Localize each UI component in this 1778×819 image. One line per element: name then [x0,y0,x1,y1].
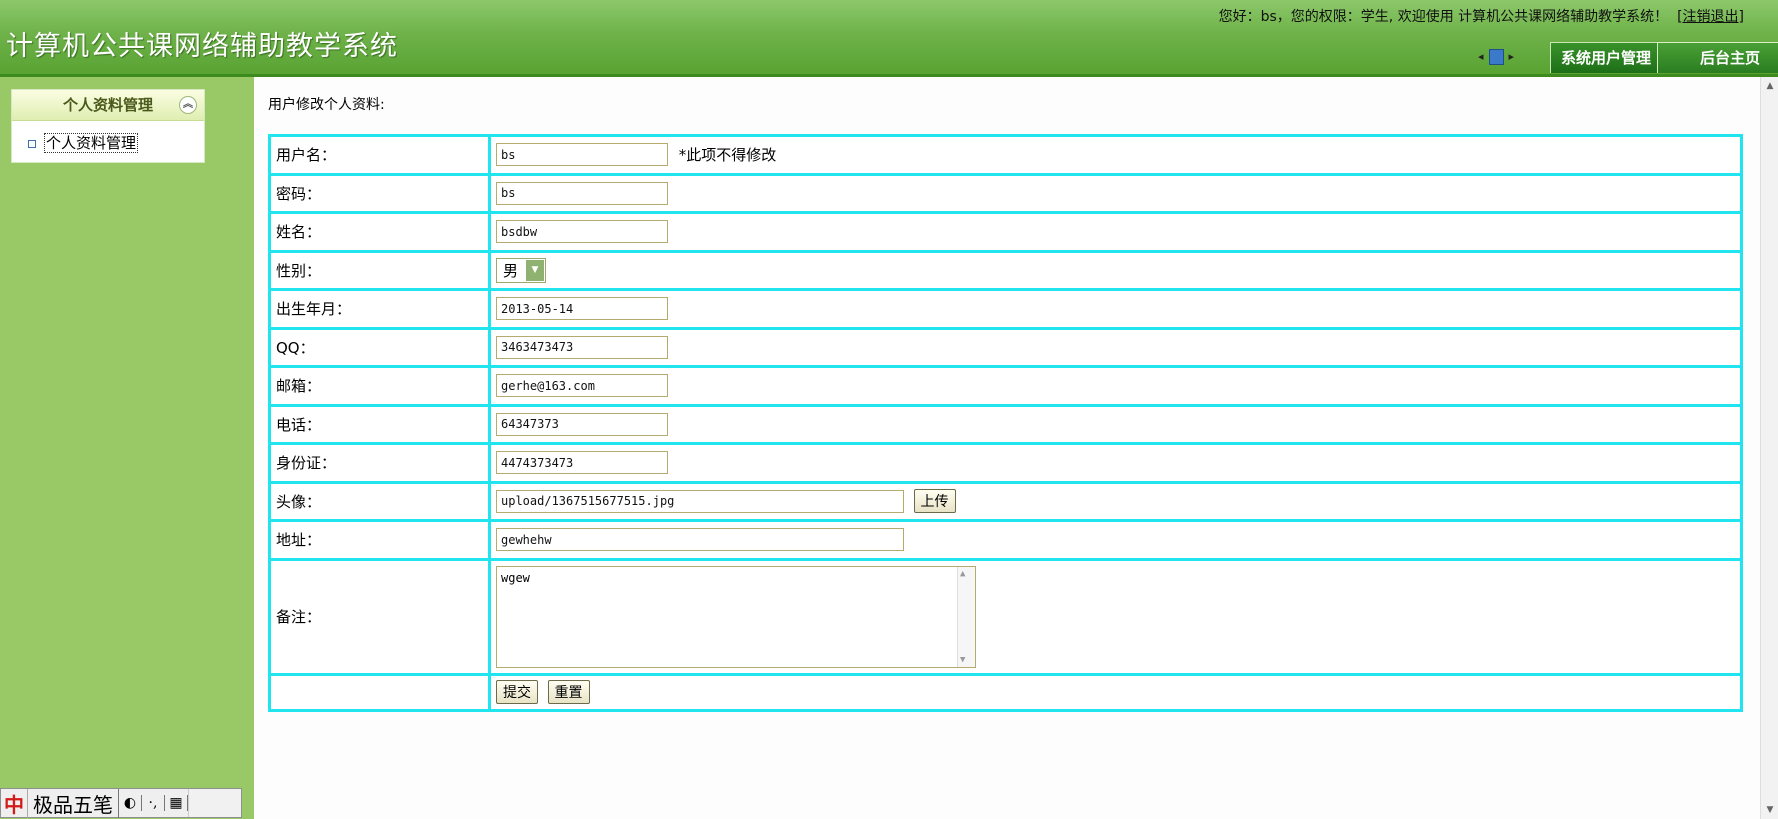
form-row-address: 地址： [268,519,1743,561]
password-label: 密码： [268,172,491,214]
form-row-birth: 出生年月： [268,288,1743,330]
idcard-input[interactable] [496,451,668,475]
password-input[interactable] [496,181,668,205]
sidebar-item-profile[interactable]: 个人资料管理 [28,132,139,153]
logout-link[interactable]: [注销退出] [1677,9,1744,25]
phone-label: 电话： [268,403,491,445]
header: 计算机公共课网络辅助教学系统 您好：bs，您的权限：学生, 欢迎使用 计算机公共… [0,0,1778,77]
ime-name[interactable]: 极品五笔 [28,788,119,818]
form-row-qq: QQ： [268,326,1743,368]
ime-chinese-icon[interactable]: 中 [1,788,28,818]
form-row-username: 用户名： *此项不得修改 [268,134,1743,176]
phone-input[interactable] [496,412,668,436]
ime-keyboard-icon[interactable]: ▦ [165,795,188,811]
collapse-icon[interactable]: ︽ [179,96,197,114]
avatar-label: 头像： [268,480,491,522]
qq-input[interactable] [496,335,668,359]
birth-label: 出生年月： [268,288,491,330]
idcard-label: 身份证： [268,442,491,484]
form-row-gender: 性别： 男 ▼ [268,249,1743,291]
form-row-avatar: 头像： 上传 [268,480,1743,522]
form-row-phone: 电话： [268,403,1743,445]
avatar-input[interactable] [496,489,904,513]
remark-label: 备注： [268,557,491,676]
app-title: 计算机公共课网络辅助教学系统 [6,31,398,62]
form-row-name: 姓名： [268,211,1743,253]
remark-scrollbar[interactable]: ▲ ▼ [957,566,975,667]
password-cell [488,172,1743,214]
chevron-down-icon[interactable]: ▼ [526,259,544,281]
reset-button[interactable]: 重置 [547,680,590,704]
birth-input[interactable] [496,297,668,321]
qq-label: QQ： [268,326,491,368]
idcard-cell [488,442,1743,484]
actions-label-cell [268,672,491,712]
form-row-remark: 备注： wgew ▲ ▼ [268,557,1743,676]
sidebar: 个人资料管理 ︽ 个人资料管理 [0,77,254,819]
sidebar-panel-title: 个人资料管理 [62,96,153,114]
gender-select[interactable]: 男 ▼ [496,257,546,283]
submit-button[interactable]: 提交 [496,680,538,704]
remark-textarea[interactable]: wgew ▲ ▼ [496,565,976,668]
name-input[interactable] [496,220,668,244]
address-input[interactable] [496,528,904,552]
sidebar-panel: 个人资料管理 ︽ 个人资料管理 [11,89,205,163]
welcome-bar: 您好：bs，您的权限：学生, 欢迎使用 计算机公共课网络辅助教学系统！ [注销退… [1219,6,1744,26]
qq-cell [488,326,1743,368]
form-caption: 用户修改个人资料: [268,97,385,113]
avatar-cell: 上传 [488,480,1743,522]
scroll-down-icon[interactable]: ▼ [1763,803,1777,817]
name-label: 姓名： [268,211,491,253]
gender-cell: 男 ▼ [488,249,1743,291]
nav-left-icon[interactable]: ◂ [1478,50,1484,63]
remark-value: wgew [501,570,530,585]
email-cell [488,365,1743,407]
nav-arrows: ◂ ▸ [1478,49,1514,65]
upload-button[interactable]: 上传 [913,489,956,514]
ime-toolbar: 中 极品五笔 ◐ ·, ▦ [0,788,242,818]
username-input[interactable] [496,143,668,167]
email-input[interactable] [496,374,668,398]
address-cell [488,519,1743,561]
page-scrollbar[interactable]: ▲ ▼ [1760,77,1778,819]
username-note: *此项不得修改 [678,146,777,165]
email-label: 邮箱： [268,365,491,407]
ime-blank [188,789,241,817]
form-row-email: 邮箱： [268,365,1743,407]
bullet-icon [28,139,36,148]
profile-form: 用户名： *此项不得修改 密码： 姓名： 性别： 男▼ 出生年月： QQ： 邮箱… [268,134,1743,712]
form-row-actions: 提交 重置 [268,672,1743,712]
ime-halfwidth-icon[interactable]: ◐ [119,795,142,811]
birth-cell [488,288,1743,330]
actions-cell: 提交 重置 [488,672,1743,712]
phone-cell [488,403,1743,445]
scroll-up-icon[interactable]: ▲ [1763,79,1777,93]
gender-label: 性别： [268,249,491,291]
name-cell [488,211,1743,253]
address-label: 地址： [268,519,491,561]
username-label: 用户名： [268,134,491,176]
form-row-password: 密码： [268,172,1743,214]
sidebar-item-label: 个人资料管理 [44,133,139,153]
book-icon[interactable] [1488,49,1504,65]
ime-punctuation-icon[interactable]: ·, [142,795,165,811]
admin-home-tab[interactable]: 后台主页 [1657,42,1778,73]
welcome-text: 您好：bs，您的权限：学生, 欢迎使用 计算机公共课网络辅助教学系统！ [1218,9,1669,25]
form-row-idcard: 身份证： [268,442,1743,484]
remark-cell: wgew ▲ ▼ [488,557,1743,676]
nav-right-icon[interactable]: ▸ [1509,50,1515,63]
gender-value: 男 [503,261,519,280]
sidebar-panel-header: 个人资料管理 ︽ [12,90,204,121]
username-cell: *此项不得修改 [488,134,1743,176]
